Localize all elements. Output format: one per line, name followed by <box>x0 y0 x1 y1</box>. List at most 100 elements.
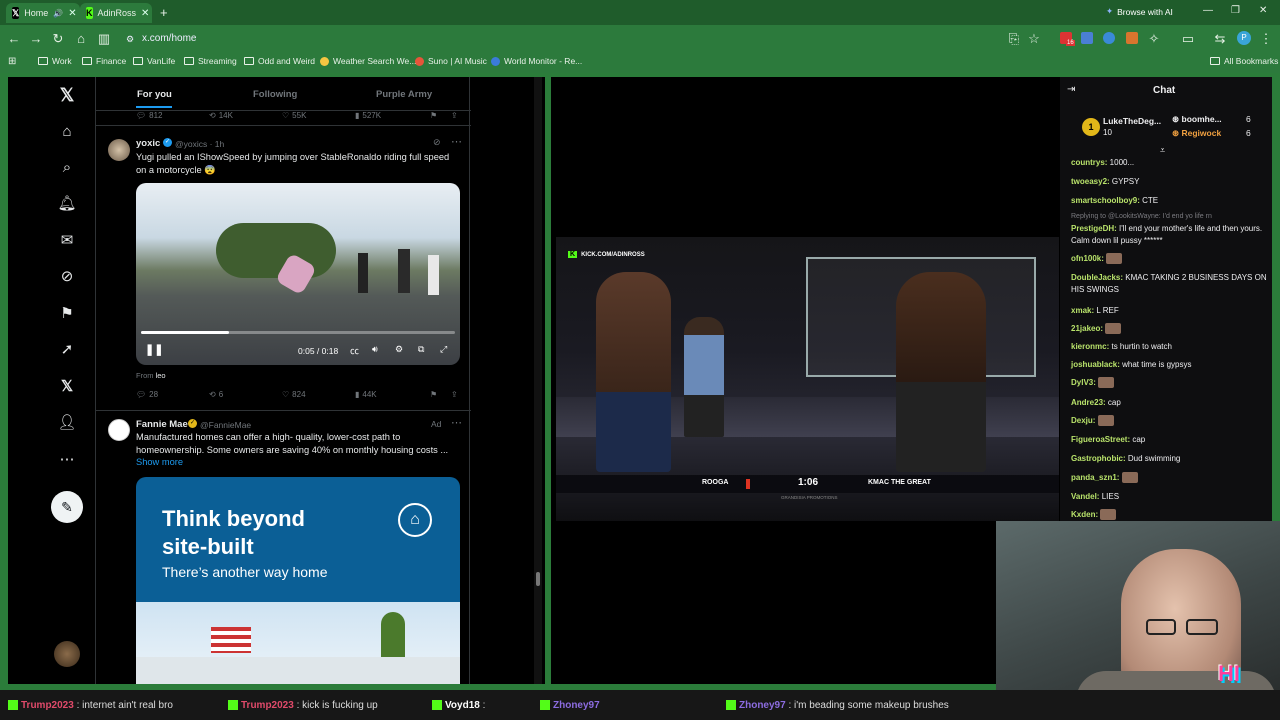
forward-icon[interactable]: → <box>28 31 44 47</box>
apps-grid-icon[interactable]: ⊞ <box>8 56 16 67</box>
fullscreen-icon[interactable]: ⤢ <box>440 344 447 355</box>
chat-username[interactable]: PrestigeDH: <box>1071 224 1119 233</box>
author-handle[interactable]: @yoxics · 1h <box>175 139 224 149</box>
leader-second[interactable]: ⊛ boomhe... <box>1172 114 1222 125</box>
leader-name[interactable]: LukeTheDeg... <box>1103 116 1161 126</box>
reload-icon[interactable]: ↻ <box>50 31 66 47</box>
close-tab-icon[interactable]: ✕ <box>141 8 149 19</box>
more-options-icon[interactable]: ⋯ <box>451 416 462 429</box>
bookmark-icon[interactable]: ⚑ <box>430 111 437 120</box>
expand-leaderboard-icon[interactable]: ⩡ <box>1160 145 1165 156</box>
close-tab-icon[interactable]: ✕ <box>68 8 76 19</box>
ad-banner[interactable]: Think beyond site-built There’s another … <box>136 477 460 684</box>
from-user[interactable]: leo <box>156 371 166 380</box>
messages-icon[interactable]: ✉ <box>57 231 77 251</box>
sidebar-icon[interactable]: ▥ <box>96 31 112 47</box>
close-window-icon[interactable]: ✕ <box>1259 5 1267 16</box>
pip-icon[interactable]: ⧉ <box>418 344 424 355</box>
bookmark-suno[interactable]: Suno | AI Music <box>415 56 487 66</box>
repost-count[interactable]: ⟲ 14K <box>209 111 233 120</box>
rocket-icon[interactable]: ➚ <box>57 340 77 360</box>
chat-username[interactable]: Andre23: <box>1071 398 1108 407</box>
tab-for-you[interactable]: For you <box>137 89 172 100</box>
author-handle[interactable]: @FannieMae <box>200 420 251 430</box>
chat-username[interactable]: countrys: <box>1071 158 1110 167</box>
extensions-puzzle-icon[interactable]: ✧ <box>1146 31 1162 47</box>
chat-username[interactable]: Vandel: <box>1071 492 1102 501</box>
menu-icon[interactable]: ⋮ <box>1258 31 1274 47</box>
tab-x-home[interactable]: 𝕏 Home 🔊 ✕ <box>6 3 80 23</box>
install-app-icon[interactable]: ⎘ <box>1006 31 1022 47</box>
post-button[interactable]: ✎ <box>51 491 83 523</box>
settings-icon[interactable]: ⚙ <box>395 344 403 355</box>
scrollbar-thumb[interactable] <box>536 572 540 586</box>
minimize-icon[interactable]: — <box>1203 5 1213 16</box>
restore-icon[interactable]: ❐ <box>1231 5 1240 16</box>
more-icon[interactable]: ⋯ <box>57 450 77 470</box>
chat-username[interactable]: DylV3: <box>1071 378 1098 387</box>
tab-following[interactable]: Following <box>253 89 297 100</box>
chat-username[interactable]: smartschoolboy9: <box>1071 196 1142 205</box>
chat-username[interactable]: xmak: <box>1071 306 1096 315</box>
repost-count[interactable]: ⟲ 6 <box>209 390 223 399</box>
bookmark-world-monitor[interactable]: World Monitor - Re... <box>491 56 582 66</box>
boxing-stream-video[interactable]: K KICK.COM/ADINROSS ROOGA 1:06 KMAC THE … <box>556 237 1059 521</box>
chat-username[interactable]: FigueroaStreet: <box>1071 435 1132 444</box>
grok-icon[interactable]: ⊘ <box>57 267 77 287</box>
view-count[interactable]: ▮ 527K <box>355 111 381 120</box>
translate-extension-icon[interactable] <box>1081 32 1093 44</box>
all-bookmarks[interactable]: All Bookmarks <box>1210 56 1278 66</box>
reply-count[interactable]: 💬︎ 28 <box>136 390 158 399</box>
new-tab-button[interactable]: + <box>160 5 168 20</box>
captions-icon[interactable]: ㏄ <box>350 344 359 357</box>
chat-username[interactable]: panda_szn1: <box>1071 473 1122 482</box>
bookmark-star-icon[interactable]: ☆ <box>1026 31 1042 47</box>
chat-username[interactable]: joshuablack: <box>1071 360 1122 369</box>
x-logo-icon[interactable]: 𝕏 <box>57 85 77 105</box>
audio-extension-icon[interactable] <box>1103 32 1115 44</box>
chat-username[interactable]: ofn100k: <box>1071 254 1106 263</box>
chat-username[interactable]: Dexju: <box>1071 416 1098 425</box>
tweet-video[interactable]: ❚❚ 0:05 / 0:18 ㏄ 🔊︎ ⚙ ⧉ ⤢ <box>136 183 460 365</box>
grok-explain-icon[interactable]: ⊘ <box>433 137 441 148</box>
pause-icon[interactable]: ❚❚ <box>145 343 163 356</box>
notifications-icon[interactable]: 🔔︎ <box>57 194 77 214</box>
tab-purple-army[interactable]: Purple Army <box>376 89 432 100</box>
pen-extension-icon[interactable] <box>1126 32 1138 44</box>
leader-third[interactable]: ⊛ Regiwock <box>1172 128 1221 139</box>
bookmark-vanlife[interactable]: VanLife <box>133 56 175 66</box>
site-settings-icon[interactable]: ⚙ <box>126 29 134 49</box>
chat-username[interactable]: Kxden: <box>1071 510 1100 519</box>
like-count[interactable]: ♡ 824 <box>282 390 306 399</box>
video-progress-track[interactable] <box>141 331 455 334</box>
more-options-icon[interactable]: ⋯ <box>451 135 462 148</box>
chat-username[interactable]: twoeasy2: <box>1071 177 1112 186</box>
avatar[interactable] <box>108 419 130 441</box>
search-icon[interactable]: ⌕ <box>57 158 77 178</box>
bookmark-icon[interactable]: ⚑ <box>430 390 437 399</box>
author-name[interactable]: Fannie Mae <box>136 419 188 430</box>
bookmark-weather[interactable]: Weather Search We... <box>320 56 416 66</box>
bookmark-odd-and-weird[interactable]: Odd and Weird <box>244 56 315 66</box>
collapse-chat-icon[interactable]: ⇥ <box>1067 84 1075 95</box>
chat-username[interactable]: DoubleJacks: <box>1071 273 1125 282</box>
chat-username[interactable]: kieronmc: <box>1071 342 1111 351</box>
volume-icon[interactable]: 🔊︎ <box>372 344 378 355</box>
scrollbar[interactable] <box>534 77 542 684</box>
profile-switch-icon[interactable]: ⇆ <box>1212 31 1228 47</box>
share-icon[interactable]: ⇪ <box>451 390 458 399</box>
view-count[interactable]: ▮ 44K <box>355 390 377 399</box>
avatar[interactable] <box>108 139 130 161</box>
premium-icon[interactable]: 𝕏 <box>57 377 77 397</box>
chat-username[interactable]: Gastrophobic: <box>1071 454 1128 463</box>
bookmark-work[interactable]: Work <box>38 56 72 66</box>
url-field[interactable]: ⚙ x.com/home <box>122 29 1052 49</box>
profile-icon[interactable]: 👤︎ <box>57 413 77 433</box>
tab-adinross[interactable]: K AdinRoss ✕ <box>80 3 152 23</box>
browse-with-ai-button[interactable]: ✦ Browse with AI <box>1106 6 1173 17</box>
reply-count[interactable]: 💬︎ 812 <box>136 111 163 120</box>
bookmark-streaming[interactable]: Streaming <box>184 56 237 66</box>
like-count[interactable]: ♡ 55K <box>282 111 306 120</box>
bookmarks-icon[interactable]: ⚑ <box>57 304 77 324</box>
share-icon[interactable]: ⇪ <box>451 111 458 120</box>
